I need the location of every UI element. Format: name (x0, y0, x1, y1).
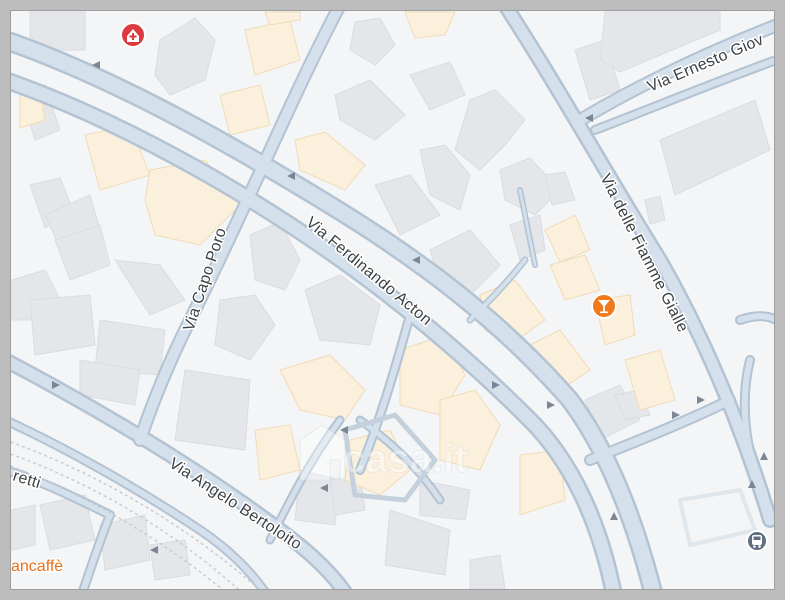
cafe-label[interactable]: ancaffè (10, 557, 65, 577)
map-canvas[interactable]: Via Ernesto Giov Via delle Fiamme Gialle… (0, 0, 785, 600)
hospital-icon[interactable] (120, 22, 146, 48)
map-frame: Via Ernesto Giov Via delle Fiamme Gialle… (0, 0, 785, 600)
bus-icon[interactable] (746, 530, 768, 552)
cocktail-icon[interactable] (591, 293, 617, 319)
watermark-text: casa.it (343, 437, 468, 481)
